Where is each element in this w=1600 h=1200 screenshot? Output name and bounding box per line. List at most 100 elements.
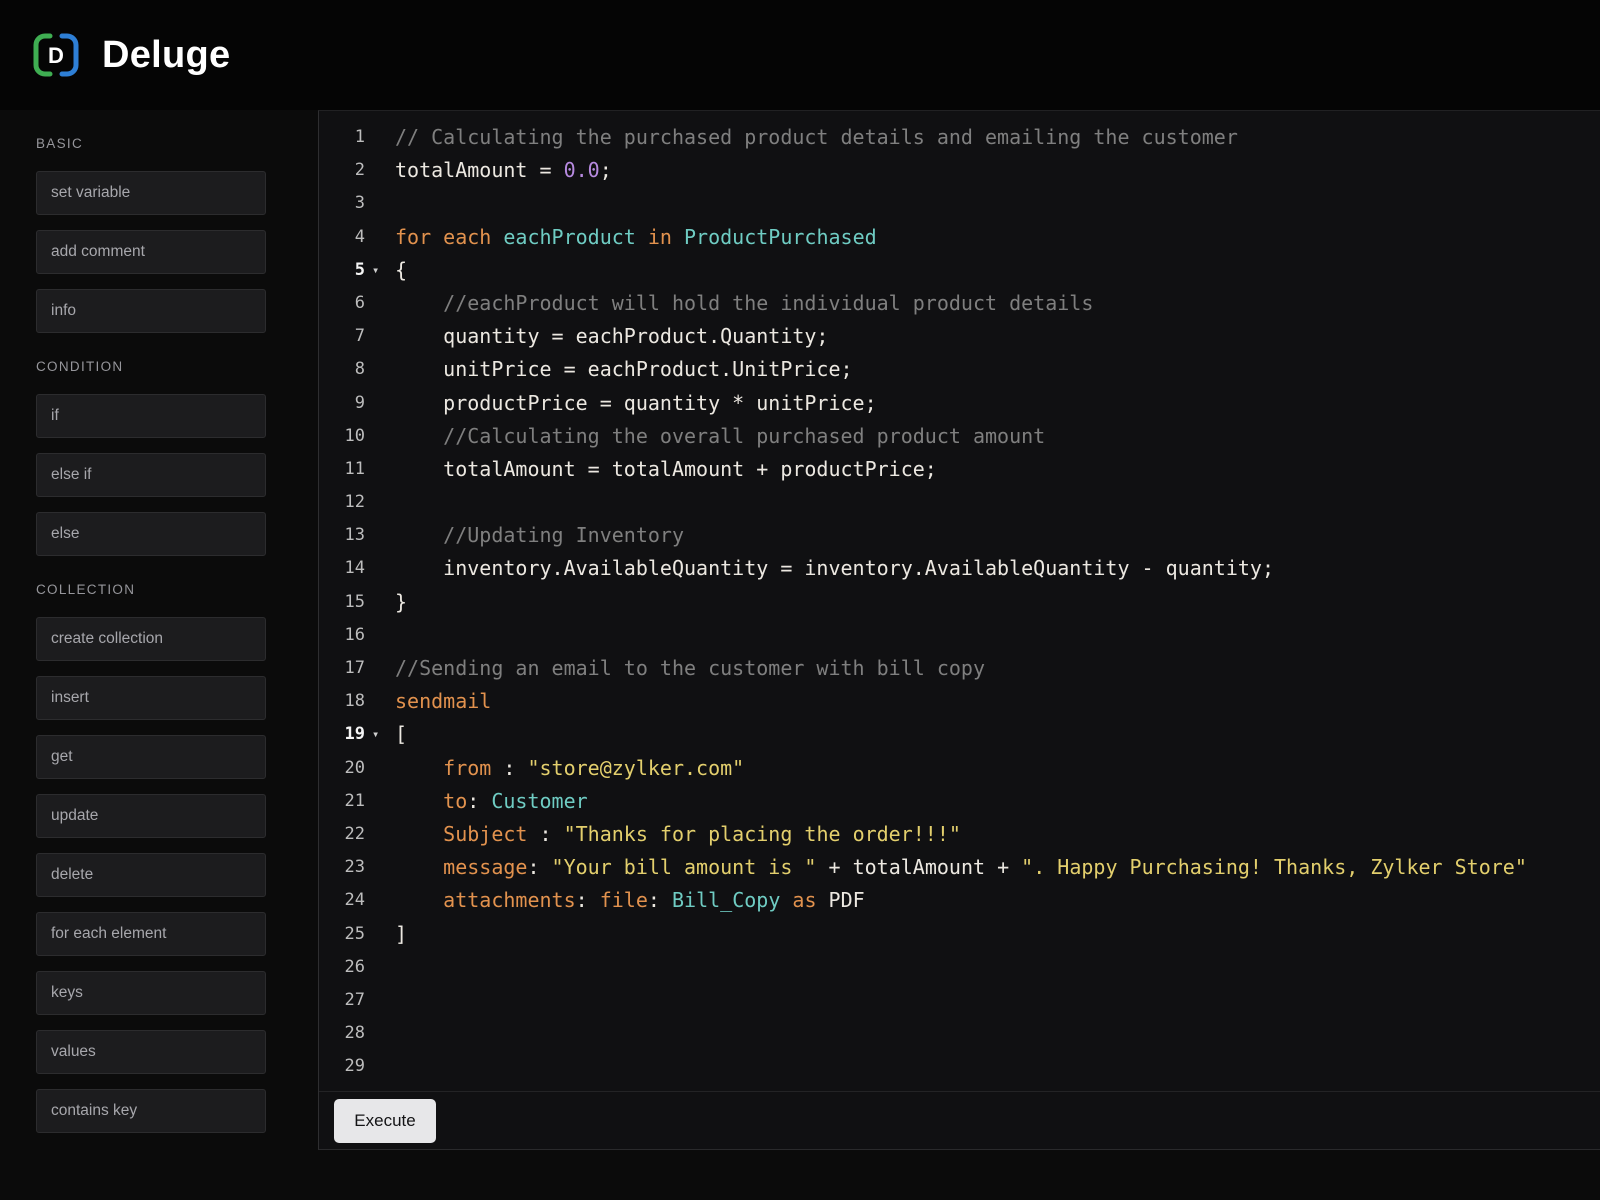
token-str: "Thanks for placing the order!!!": [564, 822, 961, 846]
sidebar-item-delete[interactable]: delete: [36, 853, 266, 897]
token-comment: //eachProduct will hold the individual p…: [395, 291, 1093, 315]
code-line: 26: [319, 951, 1600, 984]
code-text: [: [395, 718, 407, 751]
code-text: productPrice = quantity * unitPrice;: [395, 387, 877, 420]
token-str: ". Happy Purchasing! Thanks, Zylker Stor…: [1021, 855, 1527, 879]
line-number: 13: [319, 519, 365, 552]
sidebar-item-values[interactable]: values: [36, 1030, 266, 1074]
execute-button[interactable]: Execute: [334, 1099, 436, 1143]
fold-slot: [365, 353, 395, 386]
code-text: attachments: file: Bill_Copy as PDF: [395, 884, 865, 917]
token-plain: quantity = eachProduct.Quantity;: [395, 324, 828, 348]
token-id: Customer: [491, 789, 587, 813]
token-kw: sendmail: [395, 689, 491, 713]
sidebar-item-insert[interactable]: insert: [36, 676, 266, 720]
token-comment: // Calculating the purchased product det…: [395, 125, 1238, 149]
line-number: 9: [319, 387, 365, 420]
code-line: 1// Calculating the purchased product de…: [319, 121, 1600, 154]
sidebar-item-get[interactable]: get: [36, 735, 266, 779]
code-line: 11 totalAmount = totalAmount + productPr…: [319, 453, 1600, 486]
sidebar-item-keys[interactable]: keys: [36, 971, 266, 1015]
code-line: 19▾[: [319, 718, 1600, 751]
line-number: 16: [319, 619, 365, 652]
sidebar-section-label: CONDITION: [36, 359, 318, 374]
code-area[interactable]: 1// Calculating the purchased product de…: [319, 111, 1600, 1091]
code-text: ]: [395, 918, 407, 951]
sidebar-item-for-each-element[interactable]: for each element: [36, 912, 266, 956]
code-text: sendmail: [395, 685, 491, 718]
token-id: Bill_Copy: [672, 888, 780, 912]
code-text: totalAmount = totalAmount + productPrice…: [395, 453, 937, 486]
line-number: 6: [319, 287, 365, 320]
app-header: D Deluge: [0, 0, 1600, 110]
line-number: 23: [319, 851, 365, 884]
token-num: 0.0: [564, 158, 600, 182]
code-text: Subject : "Thanks for placing the order!…: [395, 818, 961, 851]
line-number: 12: [319, 486, 365, 519]
fold-slot: [365, 121, 395, 154]
token-comment: //Sending an email to the customer with …: [395, 656, 985, 680]
token-kw: for each: [395, 225, 503, 249]
line-number: 20: [319, 752, 365, 785]
fold-slot: [365, 918, 395, 951]
fold-slot: [365, 187, 395, 220]
sidebar-item-add-comment[interactable]: add comment: [36, 230, 266, 274]
code-line: 8 unitPrice = eachProduct.UnitPrice;: [319, 353, 1600, 386]
sidebar-item-update[interactable]: update: [36, 794, 266, 838]
fold-slot: [365, 851, 395, 884]
code-line: 13 //Updating Inventory: [319, 519, 1600, 552]
sidebar-item-info[interactable]: info: [36, 289, 266, 333]
fold-slot: [365, 221, 395, 254]
code-line: 22 Subject : "Thanks for placing the ord…: [319, 818, 1600, 851]
fold-slot: [365, 586, 395, 619]
code-text: from : "store@zylker.com": [395, 752, 744, 785]
sidebar-item-else[interactable]: else: [36, 512, 266, 556]
token-plain: {: [395, 258, 407, 282]
code-line: 7 quantity = eachProduct.Quantity;: [319, 320, 1600, 353]
code-text: //eachProduct will hold the individual p…: [395, 287, 1093, 320]
token-plain: + totalAmount +: [816, 855, 1021, 879]
code-line: 15}: [319, 586, 1600, 619]
token-id: ProductPurchased: [684, 225, 877, 249]
code-text: {: [395, 254, 407, 287]
fold-arrow-icon[interactable]: ▾: [365, 254, 395, 287]
token-kw: Subject: [395, 822, 527, 846]
sidebar-item-else-if[interactable]: else if: [36, 453, 266, 497]
sidebar-item-if[interactable]: if: [36, 394, 266, 438]
code-line: 6 //eachProduct will hold the individual…: [319, 287, 1600, 320]
line-number: 7: [319, 320, 365, 353]
code-line: 12: [319, 486, 1600, 519]
token-plain: }: [395, 590, 407, 614]
line-number: 26: [319, 951, 365, 984]
token-plain: :: [527, 855, 551, 879]
fold-slot: [365, 1017, 395, 1050]
code-text: totalAmount = 0.0;: [395, 154, 612, 187]
fold-arrow-icon[interactable]: ▾: [365, 718, 395, 751]
code-line: 14 inventory.AvailableQuantity = invento…: [319, 552, 1600, 585]
sidebar-item-set-variable[interactable]: set variable: [36, 171, 266, 215]
token-plain: unitPrice = eachProduct.UnitPrice;: [395, 357, 853, 381]
fold-slot: [365, 752, 395, 785]
token-plain: :: [576, 888, 600, 912]
line-number: 28: [319, 1017, 365, 1050]
fold-slot: [365, 519, 395, 552]
code-text: message: "Your bill amount is " + totalA…: [395, 851, 1527, 884]
code-line: 16: [319, 619, 1600, 652]
token-kw: file: [600, 888, 648, 912]
fold-slot: [365, 552, 395, 585]
code-line: 20 from : "store@zylker.com": [319, 752, 1600, 785]
code-line: 29: [319, 1050, 1600, 1083]
line-number: 19: [319, 718, 365, 751]
sidebar: BASICset variableadd commentinfoCONDITIO…: [0, 110, 318, 1200]
code-text: //Calculating the overall purchased prod…: [395, 420, 1045, 453]
sidebar-item-create-collection[interactable]: create collection: [36, 617, 266, 661]
code-line: 4for each eachProduct in ProductPurchase…: [319, 221, 1600, 254]
line-number: 17: [319, 652, 365, 685]
fold-slot: [365, 951, 395, 984]
token-comment: //Calculating the overall purchased prod…: [395, 424, 1045, 448]
sidebar-item-contains-key[interactable]: contains key: [36, 1089, 266, 1133]
token-kw: as: [780, 888, 828, 912]
code-text: // Calculating the purchased product det…: [395, 121, 1238, 154]
token-kw: to: [395, 789, 467, 813]
line-number: 27: [319, 984, 365, 1017]
